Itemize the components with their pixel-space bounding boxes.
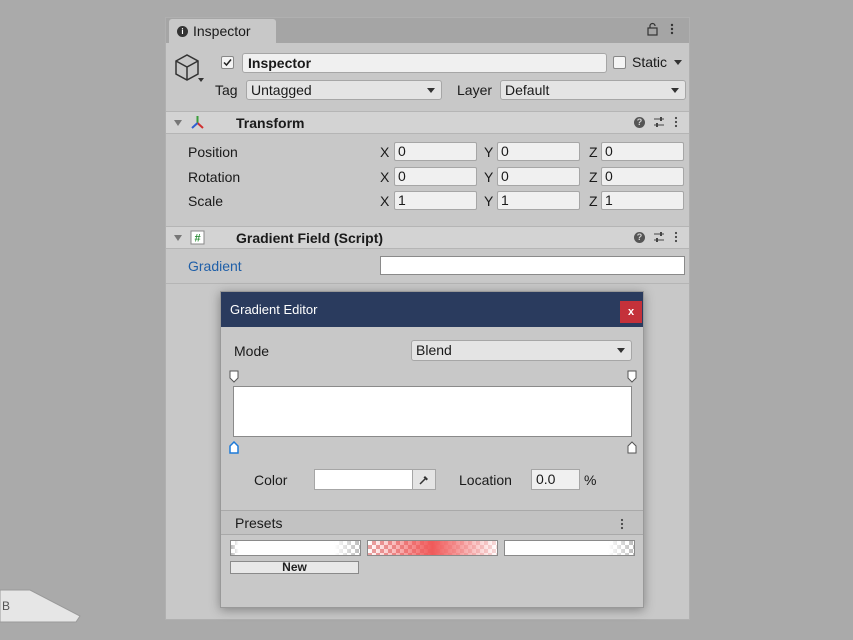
position-y-field[interactable]: 0 (497, 142, 580, 161)
preset-swatch-red-fade[interactable] (367, 540, 498, 556)
kebab-menu-icon[interactable] (673, 231, 679, 243)
tab-inspector[interactable]: i Inspector (169, 19, 276, 43)
transform-axes-icon (191, 116, 204, 129)
position-label: Position (188, 144, 238, 160)
foldout-arrow-icon[interactable] (174, 235, 182, 241)
eyedropper-button[interactable] (412, 469, 436, 490)
gradient-preview[interactable] (233, 386, 632, 437)
static-label[interactable]: Static (632, 54, 667, 70)
close-button[interactable]: x (620, 301, 642, 323)
color-stop-left-selected[interactable] (229, 441, 239, 454)
presets-sliders-icon[interactable] (653, 116, 665, 128)
rotation-z-field[interactable]: 0 (601, 167, 684, 186)
script-component-header[interactable]: # Gradient Field (Script) ? (166, 226, 689, 249)
position-x-field[interactable]: 0 (394, 142, 477, 161)
foldout-arrow-icon[interactable] (174, 120, 182, 126)
static-checkbox[interactable] (613, 56, 626, 69)
scale-y-axis-label: Y (484, 193, 494, 209)
presets-header: Presets (221, 510, 643, 535)
checkmark-icon (223, 59, 232, 67)
position-z-axis-label: Z (589, 144, 598, 160)
percent-label: % (584, 472, 597, 488)
transform-title: Transform (236, 115, 305, 131)
object-name-field[interactable]: Inspector (242, 53, 607, 73)
alpha-stop-right[interactable] (627, 370, 637, 383)
new-preset-button[interactable]: New (230, 561, 359, 574)
chevron-down-icon (617, 348, 625, 353)
mode-label: Mode (234, 343, 270, 359)
svg-text:#: # (194, 233, 200, 245)
mode-dropdown[interactable]: Blend (411, 340, 632, 361)
component-header-icons: ? (634, 231, 679, 243)
rotation-z-axis-label: Z (589, 169, 598, 185)
layer-dropdown[interactable]: Default (500, 80, 686, 100)
rotation-y-axis-label: Y (484, 169, 494, 185)
position-y-axis-label: Y (484, 144, 494, 160)
chevron-down-icon (671, 88, 679, 93)
scale-x-axis-label: X (380, 193, 390, 209)
lock-icon[interactable] (646, 22, 660, 36)
editor-titlebar[interactable]: Gradient Editor x (221, 292, 643, 327)
color-label: Color (254, 472, 288, 488)
editor-title: Gradient Editor (230, 302, 318, 317)
static-dropdown-icon[interactable] (674, 60, 682, 65)
position-x-axis-label: X (380, 144, 390, 160)
alpha-stop-left[interactable] (229, 370, 239, 383)
location-field[interactable]: 0.0 (531, 469, 580, 490)
component-header-icons: ? (634, 116, 679, 128)
rotation-x-field[interactable]: 0 (394, 167, 477, 186)
active-checkbox[interactable] (221, 56, 234, 69)
scale-z-field[interactable]: 1 (601, 191, 684, 210)
rotation-label: Rotation (188, 169, 241, 185)
eyedropper-icon (419, 475, 428, 485)
layer-label: Layer (457, 82, 493, 98)
info-icon: i (177, 25, 188, 37)
script-hash-icon: # (190, 230, 205, 245)
scale-y-field[interactable]: 1 (497, 191, 580, 210)
kebab-menu-icon[interactable] (669, 22, 675, 36)
tag-label: Tag (215, 82, 238, 98)
tag-value: Untagged (251, 82, 312, 98)
chevron-down-icon (427, 88, 435, 93)
gameobject-cube-icon[interactable] (172, 51, 206, 85)
help-icon[interactable]: ? (634, 231, 645, 243)
position-z-field[interactable]: 0 (601, 142, 684, 161)
preset-swatch-white-fade-right[interactable] (504, 540, 635, 556)
preset-swatch-white-fade[interactable] (230, 540, 361, 556)
location-label: Location (459, 472, 512, 488)
tab-bar: i Inspector (166, 18, 689, 43)
kebab-menu-icon[interactable] (619, 517, 625, 531)
gradient-swatch-field[interactable] (380, 256, 685, 275)
layer-value: Default (505, 82, 550, 98)
color-stop-right[interactable] (627, 441, 637, 454)
scale-label: Scale (188, 193, 224, 209)
mode-value: Blend (416, 342, 452, 358)
scale-z-axis-label: Z (589, 193, 598, 209)
transform-component-header[interactable]: Transform ? (166, 111, 689, 134)
divider (166, 283, 689, 284)
kebab-menu-icon[interactable] (673, 116, 679, 128)
scale-x-field[interactable]: 1 (394, 191, 477, 210)
tag-dropdown[interactable]: Untagged (246, 80, 442, 100)
script-title: Gradient Field (Script) (236, 230, 384, 246)
presets-sliders-icon[interactable] (653, 231, 665, 243)
presets-label: Presets (235, 515, 283, 531)
gradient-field-label: Gradient (188, 258, 242, 274)
tab-label: Inspector (193, 23, 251, 39)
rotation-y-field[interactable]: 0 (497, 167, 580, 186)
help-icon[interactable]: ? (634, 116, 645, 128)
corner-logo: B (0, 589, 81, 623)
rotation-x-axis-label: X (380, 169, 390, 185)
svg-text:B: B (2, 599, 10, 613)
gradient-editor-window: Gradient Editor x Mode Blend Color Locat… (220, 291, 644, 608)
